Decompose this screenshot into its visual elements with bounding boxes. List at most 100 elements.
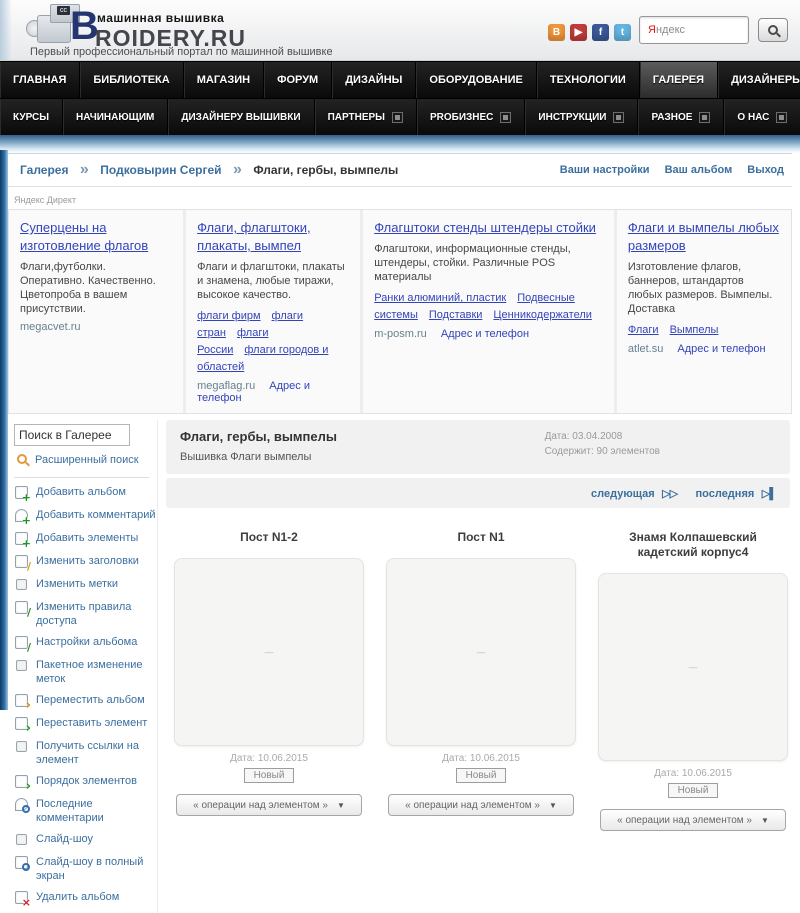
facebook-icon[interactable]: f xyxy=(592,24,609,41)
nav-item[interactable]: МАГАЗИН xyxy=(184,62,265,98)
nav-item[interactable]: ФОРУМ xyxy=(264,62,333,98)
ad-sublink[interactable]: Ценникодержатели xyxy=(493,309,591,321)
gallery-sidebar: Расширенный поиск Добавить альбом Добави… xyxy=(8,420,158,913)
nav-item[interactable]: ДИЗАЙНЫ xyxy=(332,62,417,98)
sidebar-menu-link[interactable]: Последние комментарии xyxy=(36,797,157,825)
nav-item[interactable]: ГЛАВНАЯ xyxy=(0,62,81,98)
next-page-link[interactable]: следующая xyxy=(591,488,655,500)
ad-title-link[interactable]: Флагштоки стенды штендеры стойки xyxy=(374,220,596,235)
sidebar-menu-link[interactable]: Получить ссылки на элемент xyxy=(36,739,157,767)
sidebar-menu-link[interactable]: Пакетное изменение меток xyxy=(36,658,157,686)
gallery-item-title[interactable]: Пост N1-2 xyxy=(174,530,364,545)
item-operations-select[interactable]: « операции над элементом » ▼ xyxy=(388,794,574,816)
nav-item[interactable]: О НАС xyxy=(724,99,800,135)
sidebar-menu-link[interactable]: Порядок элементов xyxy=(36,774,137,788)
breadcrumb-item[interactable]: Подковырин Сергей xyxy=(96,161,249,178)
sidebar-menu-item[interactable]: Переместить альбом xyxy=(14,693,157,711)
blogger-icon[interactable]: B xyxy=(548,24,565,41)
sidebar-menu-item[interactable]: Переставить элемент xyxy=(14,716,157,734)
gallery-item-title[interactable]: Пост N1 xyxy=(386,530,576,545)
yandex-search-button[interactable] xyxy=(758,18,788,42)
youtube-icon[interactable]: ▶ xyxy=(570,24,587,41)
sidebar-menu-link[interactable]: Слайд-шоу xyxy=(36,832,93,846)
user-link[interactable]: Ваш альбом xyxy=(665,164,733,176)
sidebar-menu-item[interactable]: Получить ссылки на элемент xyxy=(14,739,157,767)
ad-sublink[interactable]: Вымпелы xyxy=(670,324,719,336)
fullscreen-slideshow-icon xyxy=(14,855,31,871)
nav-item[interactable]: ДИЗАЙНЕРУ ВЫШИВКИ xyxy=(168,99,315,135)
nav-item[interactable]: НАЧИНАЮЩИМ xyxy=(63,99,169,135)
sidebar-menu-item[interactable]: Добавить комментарий xyxy=(14,508,157,526)
sidebar-menu-item[interactable]: Добавить элементы xyxy=(14,531,157,549)
recent-comments-icon xyxy=(14,797,31,813)
ad-domain[interactable]: atlet.su xyxy=(628,343,663,355)
yandex-direct-label[interactable]: Яндекс Директ xyxy=(8,187,792,209)
sidebar-menu-link[interactable]: Переставить элемент xyxy=(36,716,147,730)
ad-domain[interactable]: m-posm.ru xyxy=(374,328,427,340)
sidebar-menu-link[interactable]: Настройки альбома xyxy=(36,635,137,649)
sidebar-menu-link[interactable]: Переместить альбом xyxy=(36,693,145,707)
ad-domain[interactable]: megacvet.ru xyxy=(20,321,81,333)
twitter-icon[interactable]: t xyxy=(614,24,631,41)
ad-contact-link[interactable]: Адрес и телефон xyxy=(441,328,529,340)
sidebar-menu-item[interactable]: Слайд-шоу xyxy=(14,832,157,848)
user-link[interactable]: Выход xyxy=(747,164,784,176)
item-operations-select[interactable]: « операции над элементом » ▼ xyxy=(176,794,362,816)
ad-title-link[interactable]: Суперцены на изготовление флагов xyxy=(20,220,148,253)
gallery-search-input[interactable] xyxy=(14,424,130,446)
nav-item[interactable]: PROБИЗНЕС xyxy=(417,99,526,135)
sidebar-menu-item[interactable]: Изменить метки xyxy=(14,577,157,593)
sidebar-menu-item[interactable]: Изменить заголовки xyxy=(14,554,157,572)
ad-sublink[interactable]: флаги фирм xyxy=(197,310,260,322)
nav-item[interactable]: ИНСТРУКЦИИ xyxy=(525,99,639,135)
advanced-search-link[interactable]: Расширенный поиск xyxy=(35,454,139,466)
sidebar-menu-item[interactable]: Пакетное изменение меток xyxy=(14,658,157,686)
sidebar-menu-link[interactable]: Слайд-шоу в полный экран xyxy=(36,855,157,883)
user-link[interactable]: Ваши настройки xyxy=(560,164,650,176)
sidebar-menu-item[interactable]: Слайд-шоу в полный экран xyxy=(14,855,157,883)
yandex-search: Яндекс xyxy=(639,16,788,44)
nav-item[interactable]: ПАРТНЕРЫ xyxy=(315,99,417,135)
sidebar-menu-link[interactable]: Добавить комментарий xyxy=(36,508,155,522)
sidebar-menu-item[interactable]: Изменить правила доступа xyxy=(14,600,157,628)
ad-title-link[interactable]: Флаги, флагштоки, плакаты, вымпел xyxy=(197,220,311,253)
ad-domain[interactable]: megaflag.ru xyxy=(197,380,255,392)
sidebar-menu-link[interactable]: Добавить альбом xyxy=(36,485,126,499)
last-page-icon[interactable]: ▷▌ xyxy=(762,488,777,500)
nav-item[interactable]: ТЕХНОЛОГИИ xyxy=(537,62,640,98)
nav-item[interactable]: ДИЗАЙНЕРЫ xyxy=(718,62,800,98)
sidebar-menu-link[interactable]: Добавить элементы xyxy=(36,531,138,545)
sidebar-menu-link[interactable]: Удалить альбом xyxy=(36,890,119,904)
breadcrumb-item[interactable]: Галерея xyxy=(20,161,96,178)
ad-sublink[interactable]: Ранки алюминий, пластик xyxy=(374,292,506,304)
ad-contact-link[interactable]: Адрес и телефон xyxy=(677,343,765,355)
sidebar-menu-item[interactable]: Порядок элементов xyxy=(14,774,157,792)
sidebar-menu-link[interactable]: Изменить правила доступа xyxy=(36,600,157,628)
sidebar-menu-item[interactable]: Добавить альбом xyxy=(14,485,157,503)
sidebar-menu-link[interactable]: Изменить метки xyxy=(36,577,118,591)
gallery-item-date: Дата: 10.06.2015 xyxy=(442,753,520,764)
gallery-item-thumbnail[interactable]: — xyxy=(598,573,788,761)
new-badge: Новый xyxy=(243,768,295,783)
gallery-item-title[interactable]: Знамя Колпашевский кадетский корпус4 xyxy=(598,530,788,560)
delete-album-icon xyxy=(14,890,31,908)
gallery-item-thumbnail[interactable]: — xyxy=(386,558,576,746)
sidebar-menu-item[interactable]: Последние комментарии xyxy=(14,797,157,825)
sidebar-menu-item[interactable]: Удалить альбом xyxy=(14,890,157,908)
nav-item[interactable]: ОБОРУДОВАНИЕ xyxy=(416,62,537,98)
ad-sublink[interactable]: Флаги xyxy=(628,324,659,336)
ad-title-link[interactable]: Флаги и вымпелы любых размеров xyxy=(628,220,779,253)
nav-item[interactable]: КУРСЫ xyxy=(0,99,64,135)
gallery-item-thumbnail[interactable]: — xyxy=(174,558,364,746)
last-page-link[interactable]: последняя xyxy=(696,488,755,500)
badge-row: Новый xyxy=(174,764,364,783)
ad-sublink[interactable]: Подставки xyxy=(429,309,483,321)
nav-item[interactable]: ГАЛЕРЕЯ xyxy=(639,62,719,98)
yandex-search-input[interactable]: Яндекс xyxy=(639,16,749,44)
item-operations-select[interactable]: « операции над элементом » ▼ xyxy=(600,809,786,831)
sidebar-menu-link[interactable]: Изменить заголовки xyxy=(36,554,139,568)
sidebar-menu-item[interactable]: Настройки альбома xyxy=(14,635,157,653)
nav-item[interactable]: БИБЛИОТЕКА xyxy=(80,62,184,98)
next-page-icon[interactable]: ▷▷ xyxy=(662,488,678,500)
nav-item[interactable]: РАЗНОЕ xyxy=(638,99,725,135)
